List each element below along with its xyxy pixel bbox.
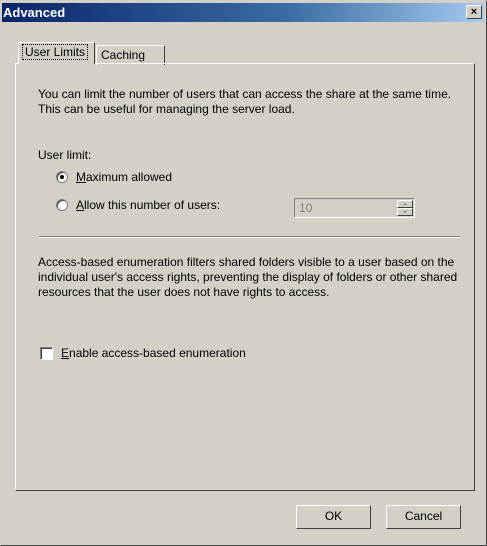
tab-caching-label: Caching bbox=[101, 48, 146, 62]
ok-button[interactable]: OK bbox=[296, 505, 371, 529]
tab-caching[interactable]: Caching bbox=[96, 45, 165, 65]
tab-panel bbox=[15, 63, 475, 491]
advanced-dialog: Advanced × User Limits Caching You can l… bbox=[0, 0, 487, 546]
tab-user-limits[interactable]: User Limits bbox=[18, 42, 95, 64]
window-title: Advanced bbox=[3, 5, 66, 20]
title-bar[interactable]: Advanced × bbox=[2, 3, 484, 22]
close-icon: × bbox=[470, 6, 478, 18]
cancel-button[interactable]: Cancel bbox=[386, 505, 461, 529]
close-button[interactable]: × bbox=[466, 5, 482, 19]
tab-user-limits-label: User Limits bbox=[22, 44, 89, 60]
